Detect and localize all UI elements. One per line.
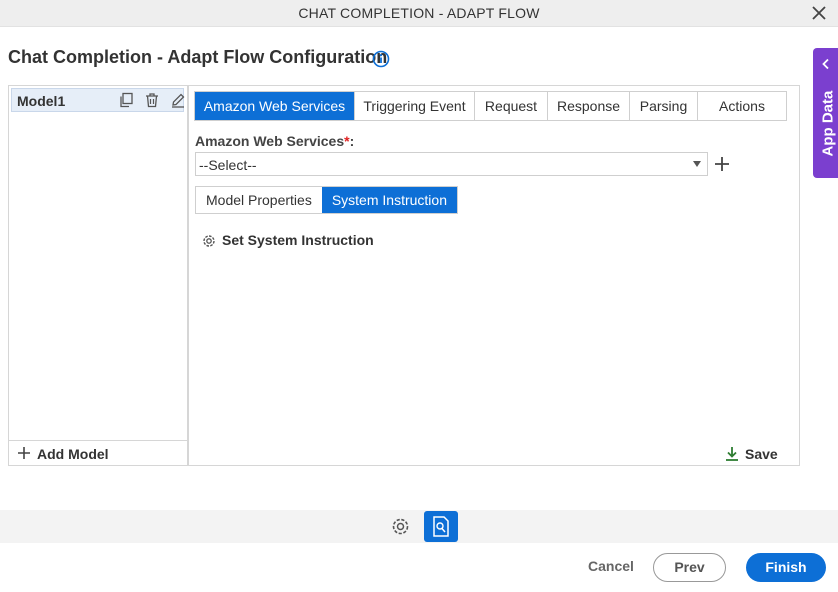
add-aws-connection-icon[interactable]	[714, 156, 730, 172]
sub-tabs: Model Properties System Instruction	[195, 186, 458, 214]
model-list-item[interactable]: Model1	[11, 88, 186, 112]
dialog-title: CHAT COMPLETION - ADAPT FLOW	[298, 5, 540, 21]
main-tabs: Amazon Web Services Triggering Event Req…	[194, 91, 787, 121]
tab-actions[interactable]: Actions	[698, 92, 786, 120]
tab-system-instruction[interactable]: System Instruction	[321, 187, 457, 213]
app-data-panel-toggle[interactable]: App Data	[813, 48, 838, 178]
close-icon[interactable]	[810, 4, 828, 22]
edit-icon[interactable]	[170, 92, 186, 108]
prev-button[interactable]: Prev	[653, 553, 726, 582]
save-label: Save	[745, 446, 778, 462]
settings-gear-icon[interactable]	[390, 516, 411, 537]
model-list-panel: Model1 Add Model	[8, 85, 188, 466]
model-name: Model1	[17, 93, 66, 109]
tab-model-properties[interactable]: Model Properties	[196, 187, 322, 213]
aws-field-label: Amazon Web Services*:	[195, 133, 354, 149]
tab-parsing[interactable]: Parsing	[630, 92, 698, 120]
gear-icon	[203, 235, 215, 247]
dropdown-caret-icon	[693, 161, 701, 167]
tab-amazon-web-services[interactable]: Amazon Web Services	[195, 92, 355, 120]
plus-icon	[18, 447, 30, 459]
finish-button[interactable]: Finish	[746, 553, 826, 582]
download-icon	[726, 447, 738, 461]
aws-label-text: Amazon Web Services	[195, 133, 345, 149]
app-data-label: App Data	[819, 90, 837, 157]
document-icon-button[interactable]	[424, 511, 458, 542]
info-icon[interactable]	[372, 50, 390, 68]
add-model-label: Add Model	[37, 446, 109, 462]
add-model-button[interactable]: Add Model	[9, 440, 187, 465]
delete-icon[interactable]	[144, 92, 160, 108]
document-search-icon	[433, 516, 449, 537]
tab-triggering-event[interactable]: Triggering Event	[355, 92, 475, 120]
page-title: Chat Completion - Adapt Flow Configurati…	[8, 47, 388, 67]
dialog-titlebar: CHAT COMPLETION - ADAPT FLOW	[0, 0, 838, 27]
aws-select[interactable]: --Select--	[195, 152, 708, 176]
footer-toolbar	[0, 510, 838, 543]
cancel-button[interactable]: Cancel	[588, 558, 634, 574]
tab-request[interactable]: Request	[475, 92, 548, 120]
aws-select-value: --Select--	[199, 157, 257, 173]
copy-icon[interactable]	[118, 92, 134, 108]
label-colon: :	[349, 133, 355, 149]
tab-response[interactable]: Response	[548, 92, 630, 120]
set-system-instruction-label: Set System Instruction	[222, 232, 374, 248]
configuration-panel: Amazon Web Services Triggering Event Req…	[188, 85, 800, 466]
chevron-left-icon	[822, 58, 829, 70]
